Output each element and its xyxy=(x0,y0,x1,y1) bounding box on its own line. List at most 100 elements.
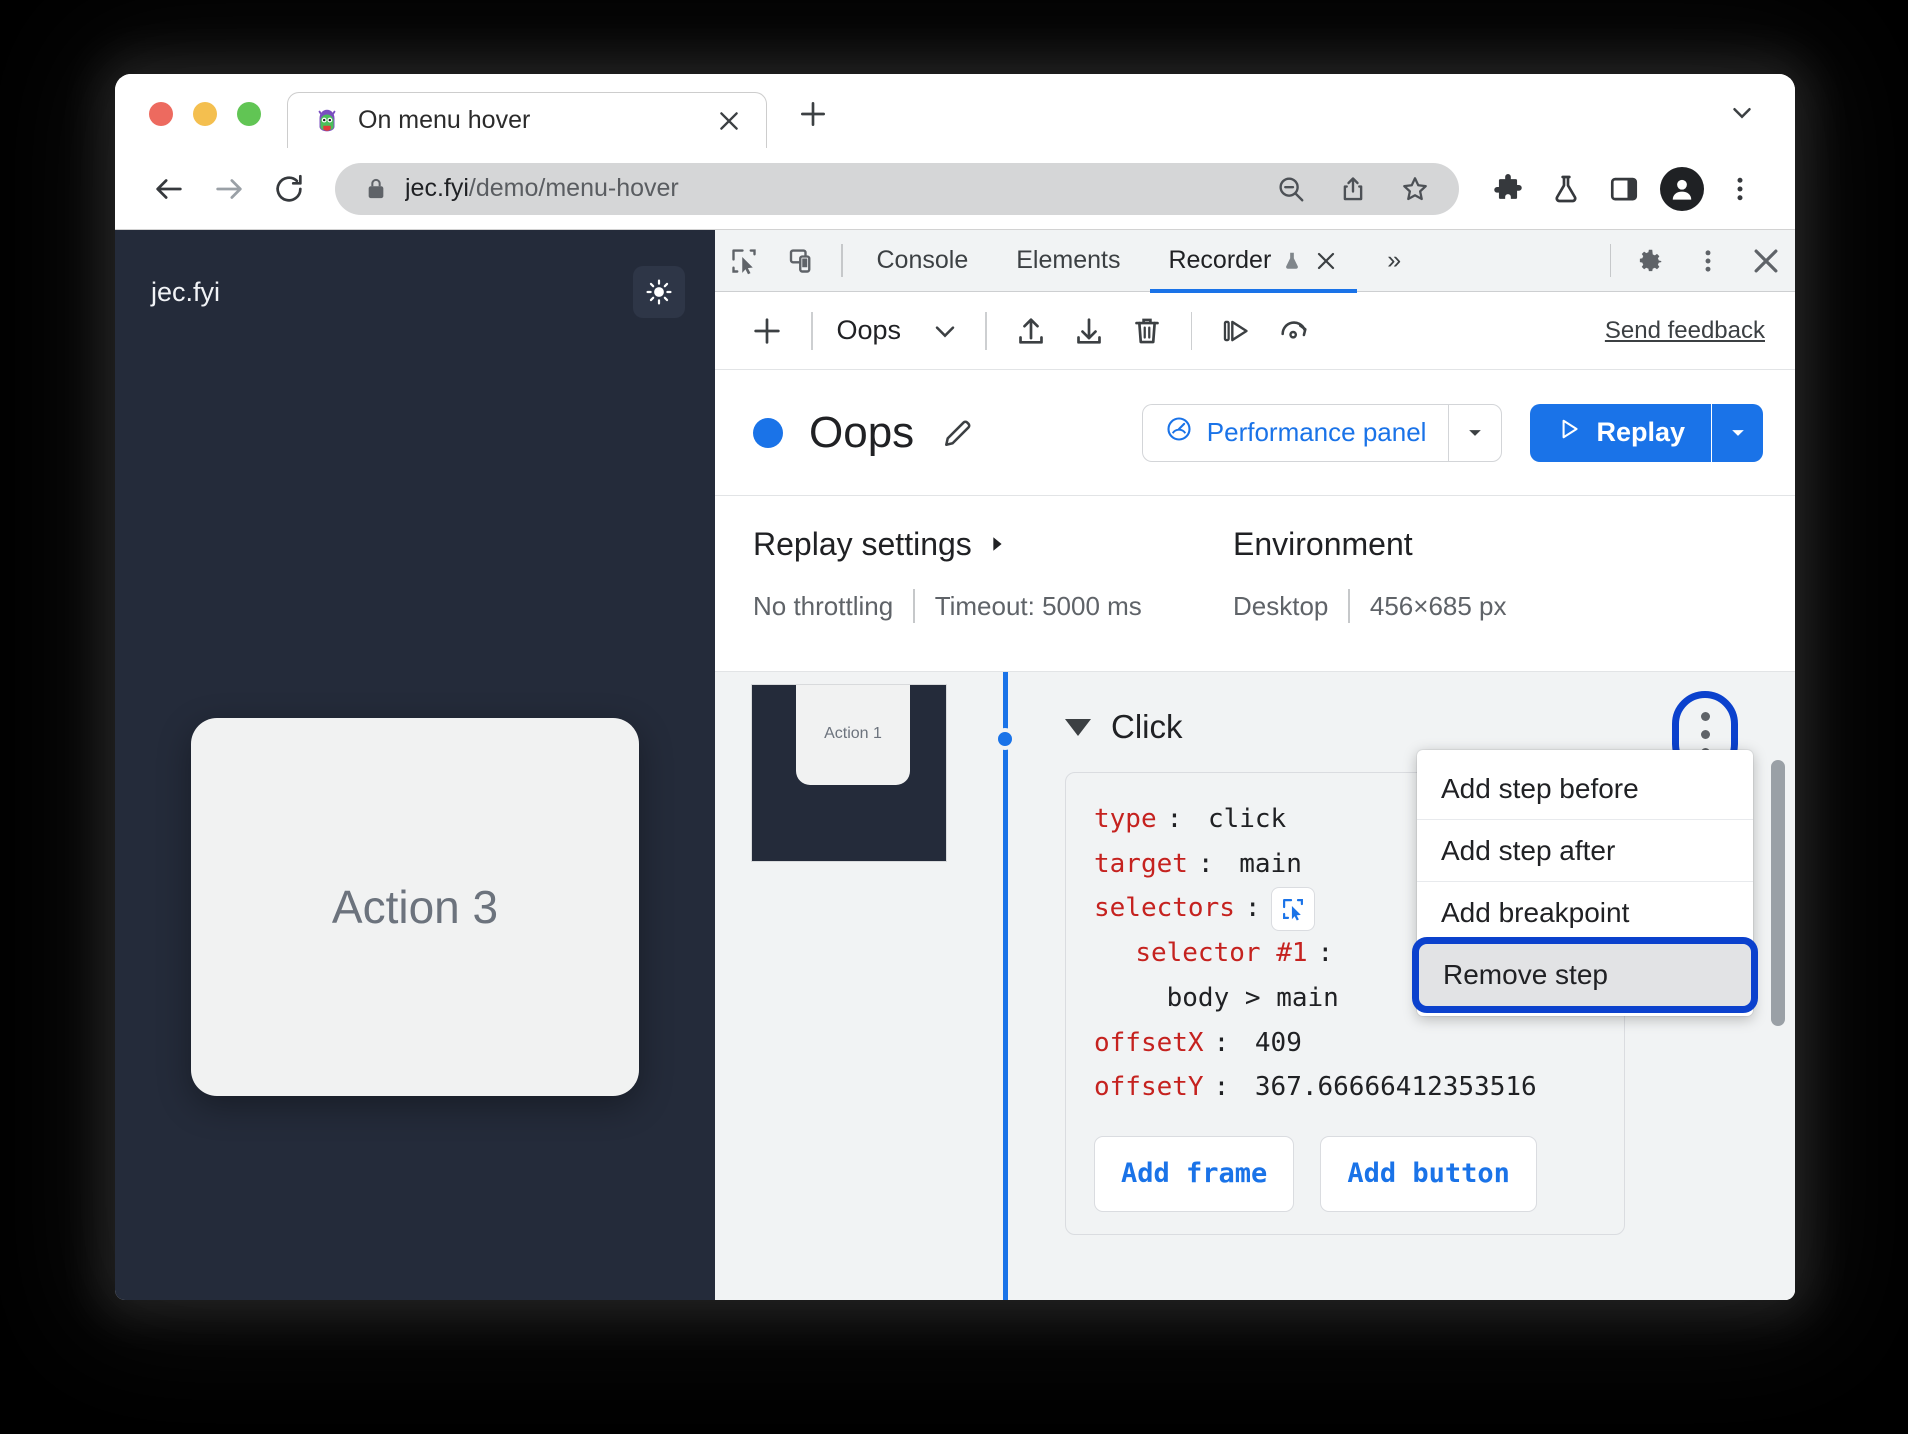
performance-panel-split-button: Performance panel xyxy=(1141,403,1503,462)
action-card[interactable]: Action 3 xyxy=(191,718,639,1096)
star-icon[interactable] xyxy=(1393,167,1437,211)
pencil-icon[interactable] xyxy=(936,411,980,455)
devtools-panel: Console Elements Recorder » Oops Send fe… xyxy=(715,230,1795,1300)
replay-settings-label: Replay settings xyxy=(753,526,972,562)
tab-console[interactable]: Console xyxy=(853,230,993,291)
chevron-down-icon[interactable] xyxy=(921,307,969,355)
timeline-track xyxy=(994,672,1016,1300)
tab-console-label: Console xyxy=(876,246,969,274)
tab-recorder-label: Recorder xyxy=(1168,246,1272,274)
tab-recorder[interactable]: Recorder xyxy=(1144,230,1363,293)
inspect-cursor-icon[interactable] xyxy=(715,230,773,291)
play-icon xyxy=(1556,416,1582,449)
divider xyxy=(841,244,843,277)
code-key-target: target xyxy=(1094,848,1188,879)
site-brand: jec.fyi xyxy=(151,276,221,307)
avatar xyxy=(1660,166,1704,211)
browser-content: jec.fyi Action 3 Console Elements Record… xyxy=(115,230,1795,1300)
code-colon: : xyxy=(1213,1072,1245,1103)
divider xyxy=(1348,589,1350,623)
puzzle-icon[interactable] xyxy=(1481,162,1535,216)
address-bar[interactable]: jec.fyi/demo/menu-hover xyxy=(335,162,1459,215)
chevron-down-icon[interactable] xyxy=(1448,403,1503,462)
close-icon[interactable] xyxy=(714,106,744,136)
recorder-toolbar: Oops Send feedback xyxy=(715,292,1795,370)
kebab-dot xyxy=(1700,711,1710,721)
performance-icon xyxy=(1165,415,1193,450)
close-window-button[interactable] xyxy=(149,102,173,126)
menu-item-add-step-before[interactable]: Add step before xyxy=(1417,758,1753,820)
environment-values: Desktop 456×685 px xyxy=(1233,589,1507,623)
action-card-label: Action 3 xyxy=(331,881,499,933)
new-tab-button[interactable] xyxy=(793,94,833,134)
performance-panel-button[interactable]: Performance panel xyxy=(1141,403,1449,462)
steps-section: Action 1 Click type: click target: mai… xyxy=(715,672,1795,1300)
thumbnail-card-label: Action 1 xyxy=(824,725,882,742)
browser-window: On menu hover jec.fyi/demo/menu-hover je… xyxy=(115,74,1795,1300)
step-play-icon[interactable] xyxy=(1208,303,1264,359)
more-tabs-button[interactable]: » xyxy=(1363,230,1425,291)
code-value-offsety: 367.66666412353516 xyxy=(1254,1072,1537,1103)
vertical-scrollbar[interactable] xyxy=(1771,760,1785,1026)
page-header: jec.fyi xyxy=(115,230,715,318)
code-key-offsety: offsetY xyxy=(1094,1072,1204,1103)
device-value: Desktop xyxy=(1233,590,1329,621)
flask-icon[interactable] xyxy=(1539,162,1593,216)
replay-button[interactable]: Replay xyxy=(1530,403,1711,462)
maximize-window-button[interactable] xyxy=(237,102,261,126)
reload-icon[interactable] xyxy=(261,161,317,217)
add-buttons-row: Add frame Add button xyxy=(1094,1136,1596,1213)
device-toolbar-icon[interactable] xyxy=(773,230,831,291)
kebab-menu-icon[interactable] xyxy=(1713,162,1767,216)
navigation-toolbar: jec.fyi/demo/menu-hover xyxy=(115,148,1795,230)
upload-icon[interactable] xyxy=(1003,303,1059,359)
chevron-right-icon xyxy=(986,526,1008,563)
menu-item-remove-step[interactable]: Remove step xyxy=(1412,937,1758,1013)
replay-settings-header[interactable]: Replay settings xyxy=(753,526,1233,563)
caret-down-icon[interactable] xyxy=(1065,718,1091,736)
code-value-selector1: body > main xyxy=(1166,982,1339,1013)
kebab-dot xyxy=(1700,729,1710,739)
close-icon[interactable] xyxy=(1313,248,1339,274)
add-button-button[interactable]: Add button xyxy=(1320,1136,1537,1213)
close-icon[interactable] xyxy=(1737,230,1795,291)
add-frame-button[interactable]: Add frame xyxy=(1094,1136,1295,1213)
replay-label: Replay xyxy=(1596,417,1685,447)
speed-dial-icon[interactable] xyxy=(1266,303,1322,359)
gear-icon[interactable] xyxy=(1621,230,1679,291)
lock-icon xyxy=(365,176,387,202)
more-tabs-label: » xyxy=(1387,246,1402,274)
divider xyxy=(913,589,915,623)
step-thumbnail[interactable]: Action 1 xyxy=(751,684,947,862)
add-recording-button[interactable] xyxy=(739,303,795,359)
share-icon[interactable] xyxy=(1331,167,1375,211)
chevron-down-icon[interactable] xyxy=(1723,94,1761,132)
selector-picker-icon[interactable] xyxy=(1270,886,1315,931)
sun-icon[interactable] xyxy=(633,266,685,318)
code-colon: : xyxy=(1213,1027,1245,1058)
page-title: Oops xyxy=(809,407,915,457)
replay-split-button: Replay xyxy=(1530,403,1763,462)
kebab-menu-icon[interactable] xyxy=(1679,230,1737,291)
back-arrow-icon[interactable] xyxy=(141,161,197,217)
trash-icon[interactable] xyxy=(1119,303,1175,359)
minimize-window-button[interactable] xyxy=(193,102,217,126)
tab-elements[interactable]: Elements xyxy=(992,230,1144,291)
menu-item-add-step-after[interactable]: Add step after xyxy=(1417,820,1753,882)
menu-item-add-breakpoint[interactable]: Add breakpoint xyxy=(1417,882,1753,944)
address-bar-text: jec.fyi/demo/menu-hover xyxy=(405,174,1251,203)
recording-header: Oops Performance panel Replay xyxy=(715,370,1795,496)
timeline-step-dot xyxy=(994,728,1016,750)
forward-arrow-icon[interactable] xyxy=(201,161,257,217)
chevron-down-icon[interactable] xyxy=(1711,403,1763,462)
code-colon: : xyxy=(1166,804,1198,834)
send-feedback-link[interactable]: Send feedback xyxy=(1605,317,1765,345)
code-line-offsety: offsetY: 367.66666412353516 xyxy=(1094,1065,1596,1110)
download-icon[interactable] xyxy=(1061,303,1117,359)
side-panel-icon[interactable] xyxy=(1597,162,1651,216)
code-colon: : xyxy=(1317,938,1334,969)
replay-settings-section: Replay settings No throttling Timeout: 5… xyxy=(715,496,1795,672)
browser-tab[interactable]: On menu hover xyxy=(287,92,767,148)
zoom-out-icon[interactable] xyxy=(1269,167,1313,211)
profile-avatar-icon[interactable] xyxy=(1655,162,1709,216)
